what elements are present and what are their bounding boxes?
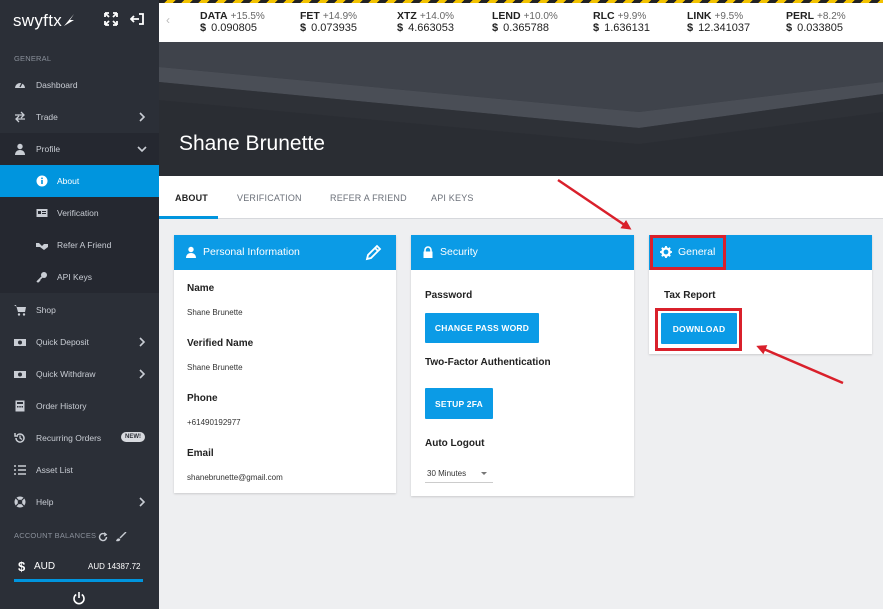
annotation-arrows: [557, 178, 844, 385]
arrow-to-download: [756, 345, 844, 385]
arrow-to-general: [557, 178, 632, 230]
